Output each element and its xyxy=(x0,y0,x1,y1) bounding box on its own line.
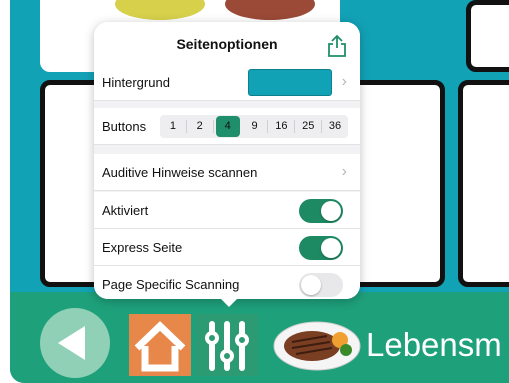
sliders-icon xyxy=(205,321,249,371)
popover-arrow xyxy=(219,297,239,307)
express-page-toggle[interactable] xyxy=(299,236,343,260)
settings-button[interactable] xyxy=(196,314,258,376)
page-card[interactable] xyxy=(458,80,509,287)
express-page-label: Express Seite xyxy=(102,239,183,255)
page-scanning-row: Page Specific Scanning xyxy=(94,266,360,299)
food-category-label[interactable]: Lebensm xyxy=(366,326,502,364)
chevron-right-icon: › xyxy=(341,73,347,90)
buttons-option-25[interactable]: 25 xyxy=(295,120,323,133)
food-image-top xyxy=(115,0,315,20)
activated-label: Aktiviert xyxy=(102,202,149,218)
background-label: Hintergrund xyxy=(102,74,170,90)
buttons-option-2[interactable]: 2 xyxy=(187,120,214,133)
page-scanning-toggle[interactable] xyxy=(299,273,343,297)
activated-toggle[interactable] xyxy=(299,199,343,223)
buttons-option-36[interactable]: 36 xyxy=(322,120,348,133)
back-button[interactable] xyxy=(40,308,110,378)
audio-hints-label: Auditive Hinweise scannen xyxy=(102,164,258,180)
page-options-popover: Seitenoptionen Hintergrund › Buttons 1 2… xyxy=(94,22,360,299)
home-button[interactable] xyxy=(129,314,191,376)
express-page-row: Express Seite xyxy=(94,229,360,266)
page-scanning-label: Page Specific Scanning xyxy=(102,277,240,292)
buttons-segmented-control[interactable]: 1 2 4 9 16 25 36 xyxy=(160,115,348,138)
steak-image xyxy=(273,321,361,371)
background-row[interactable]: Hintergrund › xyxy=(94,64,360,101)
buttons-row: Buttons 1 2 4 9 16 25 36 xyxy=(94,108,360,145)
background-color-swatch[interactable] xyxy=(248,69,332,96)
buttons-option-9[interactable]: 9 xyxy=(242,120,269,133)
audio-hints-row[interactable]: Auditive Hinweise scannen › xyxy=(94,154,360,191)
buttons-label: Buttons xyxy=(102,118,147,134)
buttons-option-16[interactable]: 16 xyxy=(268,120,296,133)
back-arrow-icon xyxy=(58,326,85,360)
chevron-right-icon: › xyxy=(341,163,347,180)
buttons-option-1[interactable]: 1 xyxy=(160,120,187,133)
page-card[interactable] xyxy=(466,0,509,72)
home-icon xyxy=(134,321,186,372)
share-icon[interactable] xyxy=(327,34,347,58)
popover-title: Seitenoptionen xyxy=(176,36,278,52)
buttons-option-4[interactable]: 4 xyxy=(215,116,240,137)
activated-row: Aktiviert xyxy=(94,192,360,229)
